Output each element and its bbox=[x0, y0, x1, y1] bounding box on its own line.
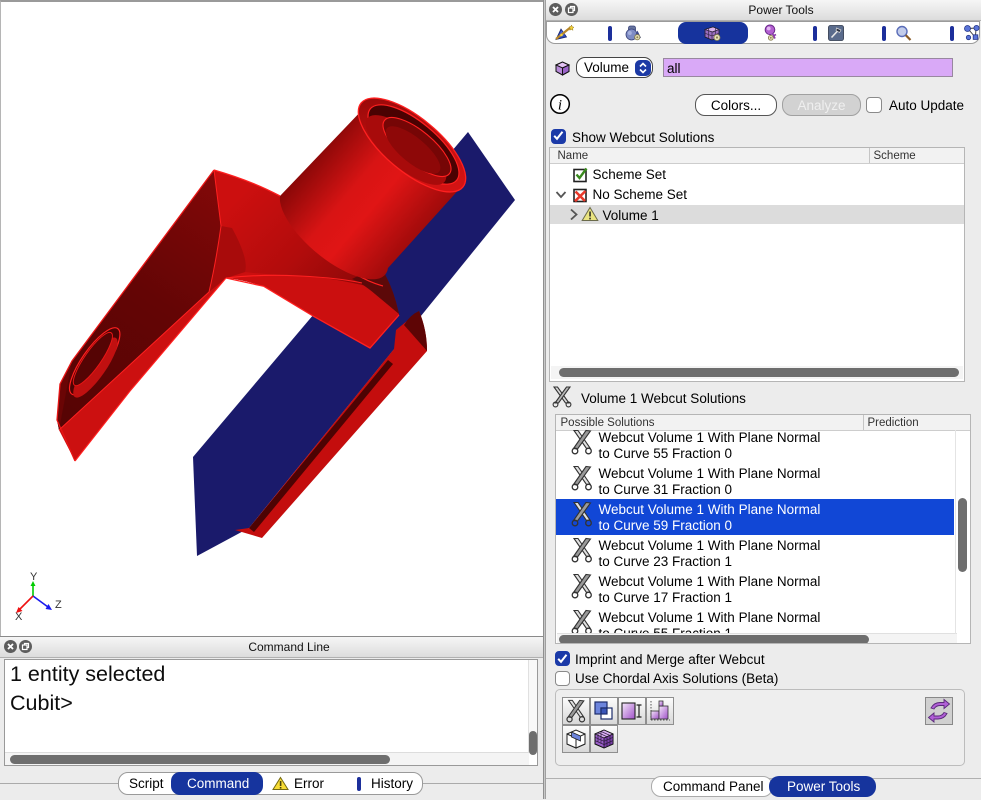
svg-text:Y: Y bbox=[30, 571, 38, 583]
svg-text:X: X bbox=[15, 611, 23, 623]
svg-text:Z: Z bbox=[55, 599, 62, 611]
svg-text:i: i bbox=[558, 98, 562, 114]
